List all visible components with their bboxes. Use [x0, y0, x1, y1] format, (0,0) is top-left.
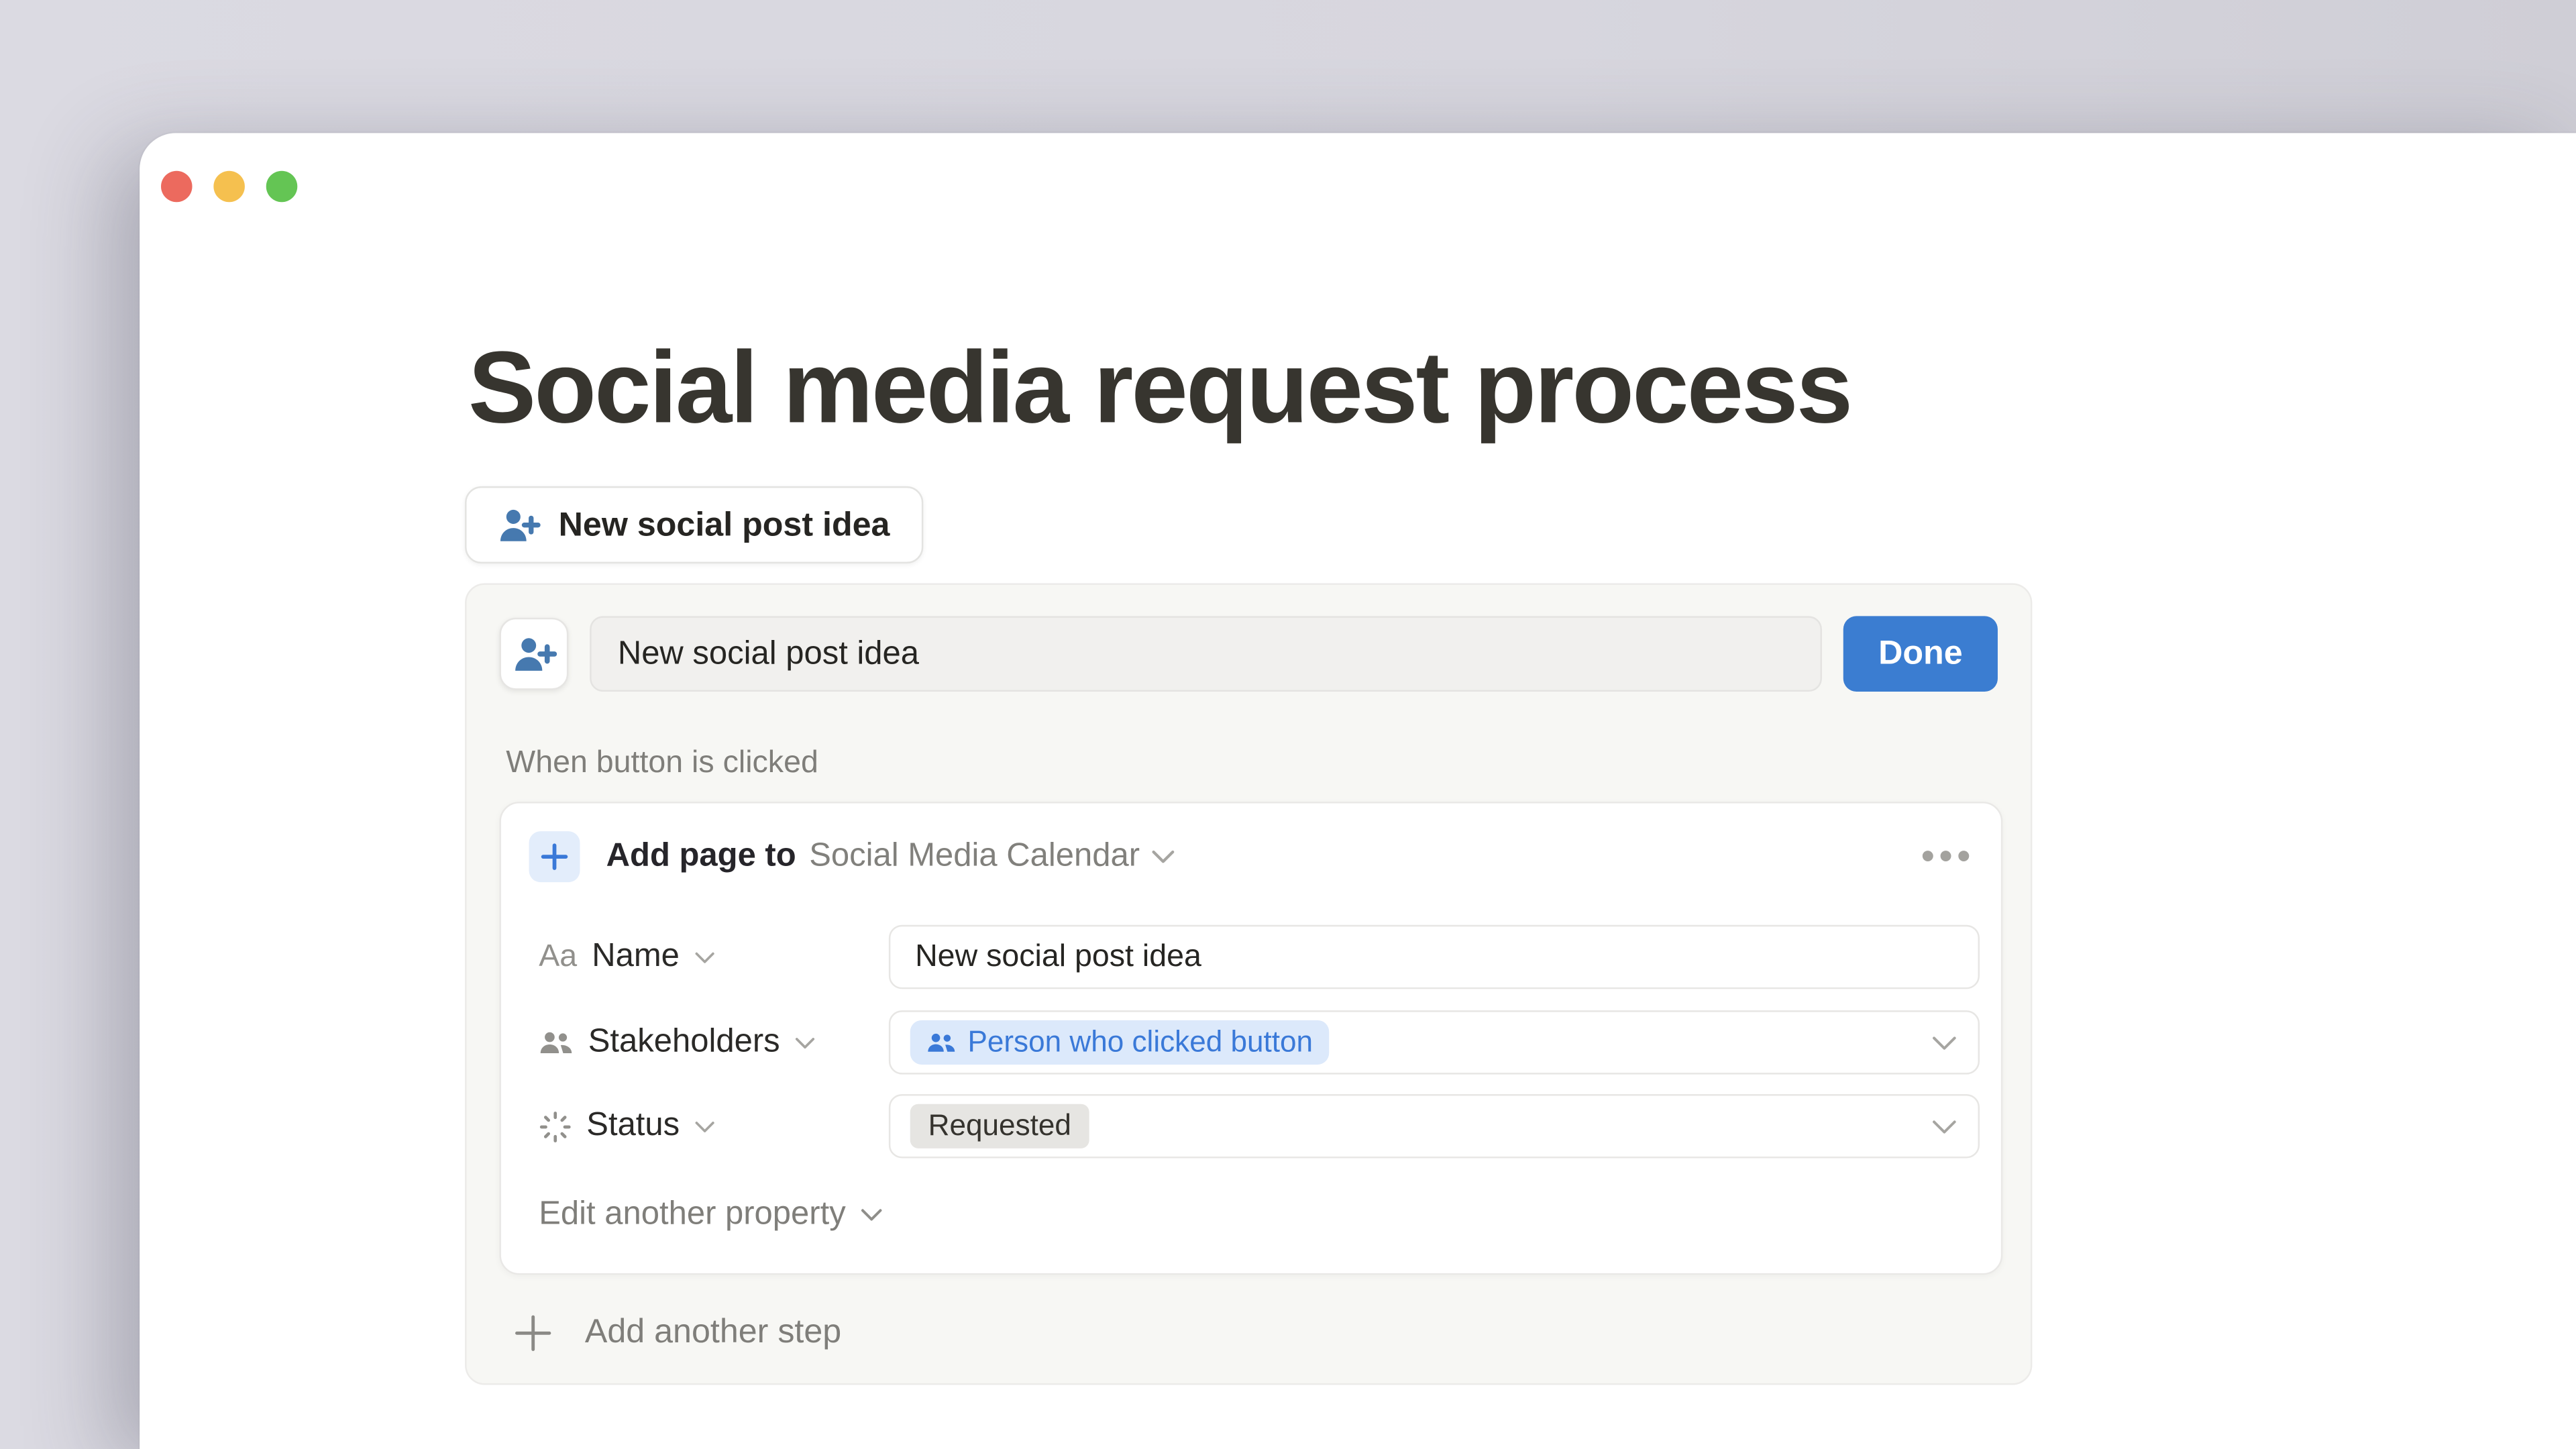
action-label: Add page to	[606, 838, 796, 875]
plus-icon	[513, 1312, 553, 1353]
chevron-down-icon	[694, 1120, 714, 1133]
property-row-name: Aa Name	[539, 925, 1976, 989]
add-another-step-label: Add another step	[585, 1313, 841, 1352]
person-add-icon	[498, 507, 541, 543]
property-stakeholders-selector[interactable]: Stakeholders	[539, 1024, 814, 1061]
status-spinner-icon	[539, 1110, 572, 1142]
page-title: Social media request process	[468, 333, 1851, 445]
person-tag: Person who clicked button	[910, 1020, 1330, 1065]
chevron-down-icon	[1932, 1118, 1957, 1134]
add-another-step-button[interactable]: Add another step	[513, 1304, 841, 1360]
person-tag-label: Person who clicked button	[967, 1025, 1313, 1059]
button-config-row: Done	[499, 616, 1997, 692]
desktop: Social media request process New social …	[0, 0, 2576, 1449]
button-icon-picker[interactable]	[499, 618, 568, 690]
chevron-down-icon	[1932, 1034, 1957, 1051]
new-social-post-idea-button[interactable]: New social post idea	[465, 486, 922, 564]
zoom-button[interactable]	[266, 171, 298, 203]
property-name-selector[interactable]: Aa Name	[539, 938, 714, 975]
edit-another-property-button[interactable]: Edit another property	[539, 1196, 881, 1234]
property-row-stakeholders: Stakeholders	[539, 1010, 1976, 1075]
more-options-button[interactable]: •••	[1921, 830, 1975, 884]
button-name-input[interactable]	[590, 616, 1822, 692]
action-step-card: Add page to Social Media Calendar ••• Aa…	[499, 802, 2002, 1275]
minimize-button[interactable]	[213, 171, 245, 203]
status-tag-label: Requested	[928, 1109, 1071, 1143]
chevron-down-icon	[694, 951, 714, 964]
stakeholders-value-select[interactable]: Person who clicked button	[889, 1010, 1980, 1075]
person-add-icon	[512, 635, 556, 673]
chevron-down-icon	[1151, 849, 1174, 864]
property-label: Stakeholders	[588, 1024, 780, 1061]
edit-another-property-label: Edit another property	[539, 1196, 845, 1234]
add-page-icon	[529, 831, 580, 882]
target-database-name: Social Media Calendar	[809, 838, 1140, 875]
people-icon	[926, 1030, 956, 1055]
people-icon	[539, 1028, 573, 1057]
property-row-status: Status Requested	[539, 1094, 1976, 1159]
window-controls	[161, 171, 297, 203]
button-editor-panel: Done When button is clicked Add page to …	[465, 583, 2032, 1385]
status-value-select[interactable]: Requested	[889, 1094, 1980, 1159]
chevron-down-icon	[861, 1208, 882, 1222]
property-label: Status	[586, 1108, 680, 1145]
trigger-chip-label: New social post idea	[559, 505, 890, 545]
property-status-selector[interactable]: Status	[539, 1108, 714, 1145]
status-tag: Requested	[910, 1104, 1089, 1148]
property-label: Name	[592, 938, 680, 975]
text-icon: Aa	[539, 939, 577, 975]
chevron-down-icon	[795, 1036, 814, 1049]
trigger-caption: When button is clicked	[506, 746, 818, 782]
close-button[interactable]	[161, 171, 193, 203]
app-window: Social media request process New social …	[140, 133, 2576, 1449]
name-value-input[interactable]	[889, 925, 1980, 989]
done-button[interactable]: Done	[1843, 616, 1998, 692]
step-header: Add page to Social Media Calendar •••	[529, 830, 1975, 884]
target-database-select[interactable]: Social Media Calendar	[809, 838, 1174, 875]
